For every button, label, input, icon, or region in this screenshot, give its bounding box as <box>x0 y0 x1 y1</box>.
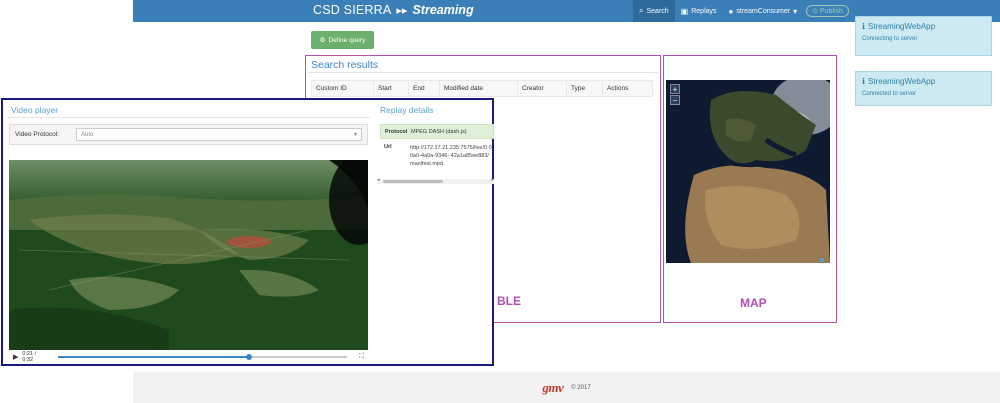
scroll-right-icon[interactable]: ▸ <box>491 177 494 183</box>
toast-message: Connected to server <box>862 91 917 97</box>
publish-label: Publish <box>819 7 843 15</box>
film-icon: ▣ <box>680 6 689 16</box>
protocol-row: Video Protocol: Auto ▾ <box>9 124 368 145</box>
col-modified-date[interactable]: Modified date <box>440 81 518 96</box>
map-overlay-label: MAP <box>740 296 767 310</box>
protocol-key: Protocol <box>385 128 408 135</box>
nav-replays-label: Replays <box>691 7 717 15</box>
video-frame[interactable] <box>9 160 368 350</box>
col-end[interactable]: End <box>409 81 440 96</box>
chevron-down-icon: ▾ <box>353 132 357 138</box>
map-zoom-in-button[interactable]: + <box>670 84 680 94</box>
toast-notification[interactable]: ℹ StreamingWebApp Connecting to server <box>855 16 992 56</box>
info-icon: ℹ <box>862 77 866 86</box>
fullscreen-icon[interactable]: ⛶ <box>359 353 364 361</box>
page-footer: gmv © 2017 <box>133 372 1000 403</box>
col-type[interactable]: Type <box>567 81 603 96</box>
divider <box>308 72 658 73</box>
play-icon[interactable]: ▶ <box>13 353 18 361</box>
define-query-button[interactable]: ⚙ Define query <box>311 31 374 49</box>
user-icon: ● <box>728 6 734 16</box>
col-start[interactable]: Start <box>374 81 409 96</box>
seek-handle[interactable] <box>245 353 252 360</box>
video-player-panel: Video player Video Protocol: Auto ▾ ▶ 0:… <box>1 98 494 366</box>
nav-search[interactable]: ⌕ Search <box>633 0 675 22</box>
nav-replays[interactable]: ▣ Replays <box>675 0 723 22</box>
map-zoom-out-button[interactable]: − <box>670 95 680 105</box>
toast-title: StreamingWebApp <box>868 22 936 31</box>
scrollbar-thumb[interactable] <box>383 180 443 183</box>
nav-search-label: Search <box>646 7 669 15</box>
user-name: streamConsumer <box>736 7 791 15</box>
toast-notification[interactable]: ℹ StreamingWebApp Connected to server <box>855 71 992 106</box>
table-row: Url http://172.17.21.235:7575/live/0 00a… <box>380 139 494 168</box>
col-creator[interactable]: Creator <box>518 81 567 96</box>
filter-icon: ⚙ <box>319 37 326 44</box>
url-value[interactable]: http://172.17.21.235:7575/live/0 00a0-4a… <box>410 144 492 168</box>
replay-details-title: Replay details <box>380 105 434 115</box>
col-custom-id[interactable]: Custom ID <box>312 81 374 96</box>
user-menu[interactable]: ● streamConsumer ▾ <box>723 0 804 22</box>
publish-button[interactable]: ⊙ Publish <box>806 5 849 17</box>
protocol-value: MPEG DASH (dash.js) <box>411 128 467 135</box>
app-brand[interactable]: CSD SIERRA ▸▸ Streaming <box>313 3 474 17</box>
seek-bar[interactable] <box>58 353 348 360</box>
brand-name: CSD SIERRA <box>313 3 392 17</box>
seek-progress <box>58 355 249 358</box>
search-icon: ⌕ <box>639 6 644 15</box>
protocol-select[interactable]: Auto ▾ <box>76 128 362 141</box>
replay-details-table: Protocol MPEG DASH (dash.js) Url http://… <box>380 124 494 168</box>
define-query-label: Define query <box>328 36 366 44</box>
divider <box>8 117 370 118</box>
toast-title: StreamingWebApp <box>868 77 936 86</box>
url-key: Url <box>384 144 392 150</box>
caret-down-icon: ▾ <box>793 6 798 16</box>
scroll-left-icon[interactable]: ◂ <box>377 177 380 183</box>
video-player-title: Video player <box>11 105 59 115</box>
brand-subtitle: Streaming <box>412 3 474 17</box>
double-chevron-icon: ▸▸ <box>396 4 408 17</box>
video-image <box>9 160 368 350</box>
video-time: 0:21 / 0:32 <box>22 350 37 363</box>
satellite-map[interactable] <box>666 80 830 263</box>
protocol-value: Auto <box>81 131 94 138</box>
search-results-title: Search results <box>311 59 379 71</box>
gmv-logo: gmv <box>542 379 564 395</box>
results-table-header: Custom ID Start End Modified date Creato… <box>311 80 653 97</box>
copyright-text: © 2017 <box>571 384 591 391</box>
horizontal-scrollbar[interactable]: ◂ ▸ <box>377 177 494 184</box>
video-controls: ▶ 0:21 / 0:32 ⛶ <box>9 350 368 363</box>
publish-icon: ⊙ <box>812 8 818 15</box>
protocol-label: Video Protocol: <box>15 131 59 138</box>
table-row: Protocol MPEG DASH (dash.js) <box>380 124 494 139</box>
table-overlay-label: BLE <box>497 294 521 308</box>
map-image <box>666 80 830 263</box>
navbar-menu: ⌕ Search ▣ Replays ● streamConsumer ▾ ⊙ … <box>633 0 849 22</box>
info-icon: ℹ <box>862 22 866 31</box>
toast-message: Connecting to server <box>862 36 918 42</box>
col-actions[interactable]: Actions <box>603 81 652 96</box>
